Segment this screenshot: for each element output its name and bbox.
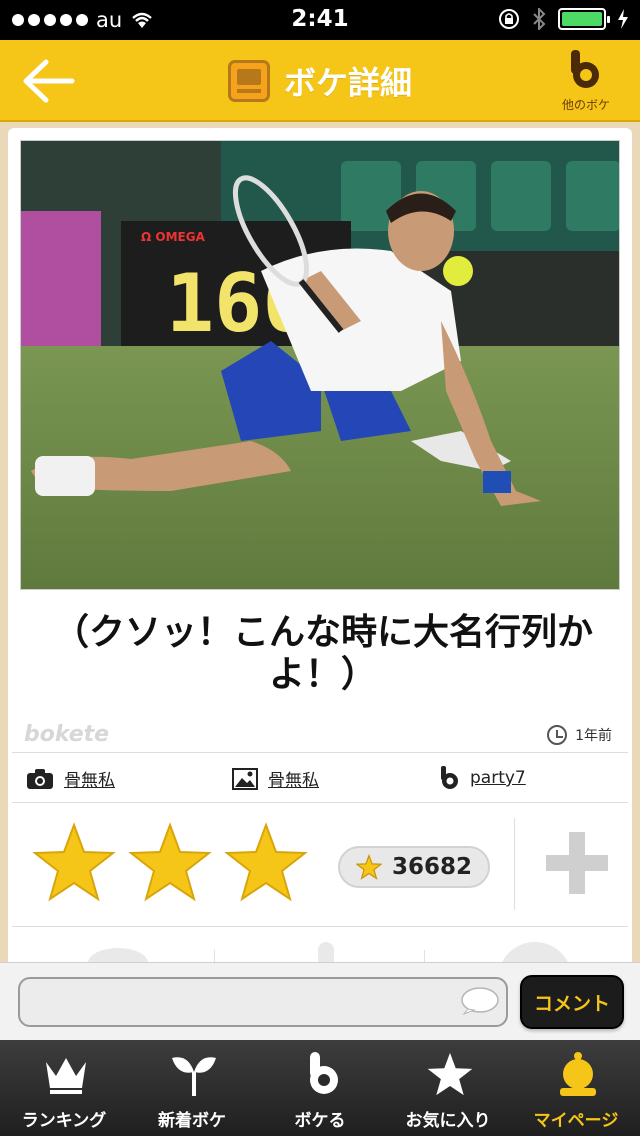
camera-icon (27, 768, 53, 789)
credits-row: 骨無私 骨無私 party7 (8, 762, 632, 802)
star-2-icon[interactable] (128, 822, 212, 902)
battery-icon (558, 8, 610, 30)
charging-icon (618, 9, 628, 29)
tab-my-page[interactable]: マイページ (512, 1040, 640, 1136)
boke-author-credit[interactable]: party7 (440, 766, 526, 790)
orientation-lock-icon (499, 9, 519, 29)
image-icon (232, 767, 258, 790)
sprout-icon (172, 1057, 216, 1096)
status-bar: au 2:41 (0, 0, 640, 40)
comment-input[interactable] (18, 977, 508, 1027)
tab-post-boke[interactable]: ボケる (256, 1040, 384, 1136)
photo-author-link[interactable]: 骨無私 (64, 766, 115, 791)
page-title: ボケ詳細 (283, 64, 412, 102)
tab-bar: ランキング 新着ボケ ボケる お気に入り マイページ (0, 1040, 640, 1136)
tab-label: お気に入り (405, 1111, 491, 1131)
boke-card: Ω OMEGA 166 （クソッ！こんな時に大名行列かよ！） bokete 1年… (8, 128, 632, 968)
star-icon (355, 854, 382, 880)
add-icon[interactable] (546, 832, 608, 894)
bokete-b-icon (441, 766, 458, 789)
star-count: 36682 (391, 854, 473, 880)
image-author-link[interactable]: 骨無私 (268, 766, 319, 791)
bokete-b-icon (310, 1052, 338, 1094)
boke-author-link[interactable]: party7 (470, 768, 526, 788)
comment-bar: コメント (0, 962, 640, 1040)
other-boke-button[interactable]: 他のボケ (556, 50, 616, 113)
tab-label: マイページ (533, 1111, 619, 1131)
bokete-watermark: bokete (24, 722, 110, 747)
nav-header: ボケ詳細 他のボケ (0, 40, 640, 122)
divider (12, 926, 628, 927)
divider (12, 802, 628, 803)
image-credit[interactable]: 骨無私 (232, 766, 319, 791)
divider (514, 818, 515, 910)
bluetooth-icon (533, 8, 546, 30)
status-right (498, 8, 628, 30)
clock-icon (547, 725, 568, 745)
star-icon (427, 1052, 473, 1096)
tennis-photo-illustration: Ω OMEGA 166 (21, 141, 619, 589)
tab-label: ボケる (294, 1111, 346, 1131)
star-count-badge: 36682 (338, 846, 490, 888)
tab-new-boke[interactable]: 新着ボケ (128, 1040, 256, 1136)
photo-credit[interactable]: 骨無私 (26, 766, 115, 791)
star-1-icon[interactable] (32, 822, 116, 902)
boke-caption: （クソッ！こんな時に大名行列かよ！） (52, 612, 593, 695)
boke-detail-icon (227, 60, 270, 102)
tab-label: ランキング (21, 1111, 107, 1131)
tab-label: 新着ボケ (158, 1111, 226, 1131)
star-3-icon[interactable] (224, 822, 308, 902)
posted-time: 1年前 (547, 725, 612, 745)
tab-ranking[interactable]: ランキング (0, 1040, 128, 1136)
crown-icon (46, 1058, 86, 1094)
boke-photo[interactable]: Ω OMEGA 166 (20, 140, 620, 590)
svg-text:Ω OMEGA: Ω OMEGA (141, 230, 206, 244)
header-title-group: ボケ詳細 (0, 58, 640, 104)
speech-bubble-icon (461, 987, 499, 1015)
posted-time-label: 1年前 (575, 728, 612, 744)
user-icon (560, 1052, 596, 1096)
rating-row: 36682 (8, 818, 632, 920)
comment-submit-button[interactable]: コメント (520, 975, 624, 1029)
bokete-b-icon (571, 50, 599, 88)
divider (12, 752, 628, 753)
other-boke-label: 他のボケ (561, 98, 610, 112)
tab-favorites[interactable]: お気に入り (384, 1040, 512, 1136)
